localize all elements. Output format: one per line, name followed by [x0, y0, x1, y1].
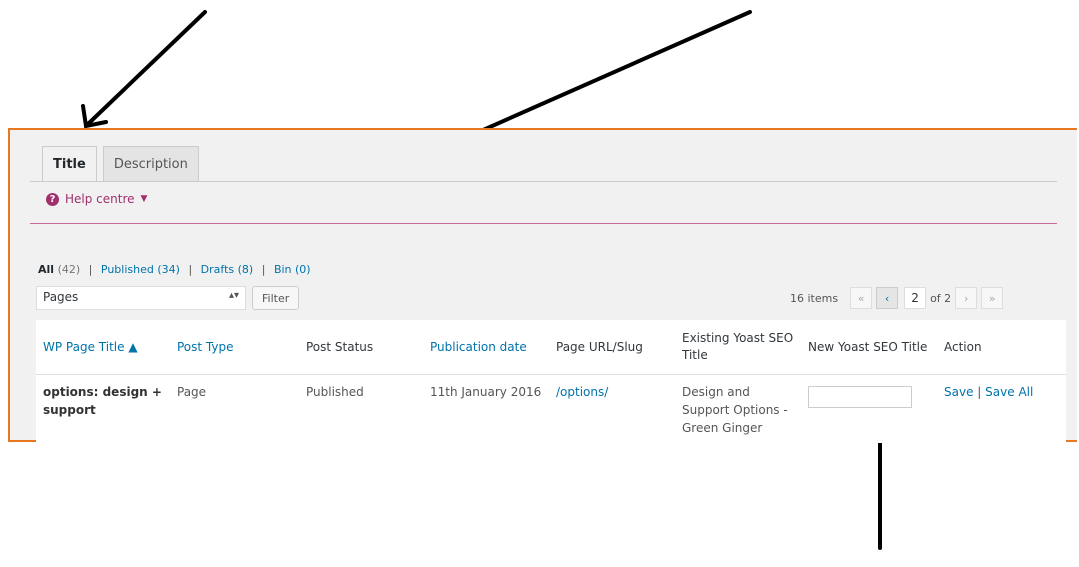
view-bin-link[interactable]: Bin: [274, 263, 292, 276]
tab-title[interactable]: Title: [42, 146, 97, 182]
current-page-input[interactable]: 2: [904, 287, 927, 309]
arrow-to-title-tab: [86, 10, 207, 126]
last-page-button[interactable]: »: [981, 287, 1004, 309]
cell-post-status: Published: [306, 385, 364, 399]
help-centre-label: Help centre: [65, 192, 135, 206]
view-published-link[interactable]: Published: [101, 263, 154, 276]
col-page-url: Page URL/Slug: [549, 320, 675, 375]
col-post-type[interactable]: Post Type: [170, 320, 299, 375]
save-all-link[interactable]: Save All: [985, 385, 1033, 399]
help-divider: [30, 223, 1057, 224]
next-page-button[interactable]: ›: [955, 287, 978, 309]
total-pages: of 2: [930, 291, 952, 305]
action-separator: |: [977, 385, 982, 399]
col-publication-date[interactable]: Publication date: [423, 320, 549, 375]
pagination: 16 items « ‹ 2 of 2 › »: [790, 286, 1007, 310]
question-circle-icon: ?: [46, 192, 59, 206]
col-new-seo-title: New Yoast SEO Title: [801, 320, 937, 375]
cell-action: Save | Save All: [937, 375, 1066, 444]
items-count: 16 items: [790, 291, 839, 305]
caret-down-icon: ▼: [140, 194, 148, 204]
table-row: options: design + support Page Published…: [36, 375, 1066, 444]
first-page-button[interactable]: «: [850, 287, 873, 309]
cell-page-title: options: design + support: [43, 385, 162, 417]
view-drafts-count[interactable]: (8): [238, 263, 254, 276]
select-arrows-icon: ▴▾: [228, 290, 239, 301]
cell-new-seo-title: [801, 375, 937, 444]
tab-divider: [30, 181, 1057, 182]
cell-publication-date: 11th January 2016: [430, 385, 542, 399]
status-views: All (42) | Published (34) | Drafts (8) |…: [38, 263, 311, 276]
pages-table: WP Page Title ▲ Post Type Post Status Pu…: [36, 320, 1066, 443]
cell-page-url: /options/: [549, 375, 675, 444]
col-action: Action: [937, 320, 1066, 375]
table-header-row: WP Page Title ▲ Post Type Post Status Pu…: [36, 320, 1066, 375]
prev-page-button[interactable]: ‹: [876, 287, 899, 309]
tab-description[interactable]: Description: [102, 146, 199, 181]
cell-existing-seo-title: Design and Support Options - Green Ginge…: [682, 385, 788, 435]
post-type-select-value: Pages: [43, 290, 79, 304]
view-drafts-link[interactable]: Drafts: [201, 263, 234, 276]
new-seo-title-input[interactable]: [808, 386, 912, 408]
filter-button[interactable]: Filter: [252, 286, 300, 310]
view-all-count: (42): [57, 263, 81, 276]
col-wp-page-title[interactable]: WP Page Title ▲: [36, 320, 170, 375]
page-url-link[interactable]: /options/: [556, 385, 608, 399]
help-centre-toggle[interactable]: ? Help centre ▼: [46, 192, 147, 206]
save-link[interactable]: Save: [944, 385, 973, 399]
col-post-status: Post Status: [299, 320, 423, 375]
col-existing-seo-title: Existing Yoast SEO Title: [675, 320, 801, 375]
bulk-editor-panel: Title Description ? Help centre ▼ All (4…: [8, 128, 1077, 443]
view-bin-count[interactable]: (0): [295, 263, 311, 276]
tab-bar: Title Description: [42, 146, 205, 182]
cell-post-type: Page: [177, 385, 207, 399]
view-all-label[interactable]: All: [38, 263, 54, 276]
post-type-select[interactable]: Pages ▴▾: [36, 286, 246, 310]
view-published-count[interactable]: (34): [157, 263, 180, 276]
